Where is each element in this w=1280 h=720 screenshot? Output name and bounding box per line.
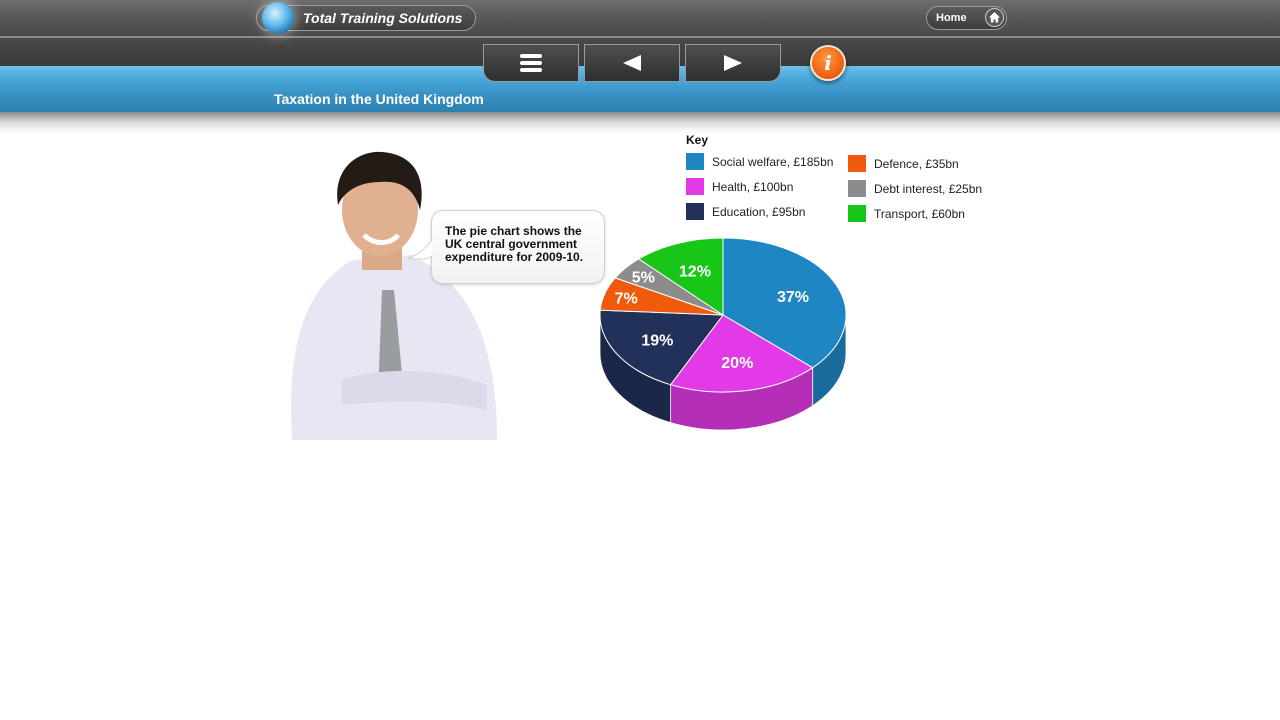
info-button[interactable]: i (810, 45, 846, 81)
legend-label: Health, £100bn (712, 179, 794, 194)
legend-swatch (848, 205, 866, 222)
presenter-illustration (291, 151, 497, 440)
title-bar-shadow (0, 112, 1280, 134)
pie-label-debt-interest: 5% (632, 269, 655, 286)
speech-bubble-text: The pie chart shows the UK central gover… (445, 224, 584, 264)
globe-logo-icon (262, 2, 294, 34)
legend-label: Education, £95bn (712, 204, 806, 219)
home-label: Home (936, 12, 967, 24)
legend-item-health: Health, £100bn (686, 178, 793, 195)
legend-swatch (686, 203, 704, 220)
legend-label: Defence, £35bn (874, 156, 959, 171)
hamburger-icon (520, 51, 542, 75)
legend-item-transport: Transport, £60bn (848, 205, 965, 222)
pie-label-transport: 12% (679, 264, 711, 281)
pie-label-defence: 7% (615, 290, 638, 307)
arrow-left-icon (623, 55, 641, 71)
next-button[interactable] (685, 44, 781, 82)
arrow-right-icon (724, 55, 742, 71)
legend-swatch (686, 178, 704, 195)
previous-button[interactable] (584, 44, 680, 82)
top-bar (0, 0, 1280, 38)
legend-label: Transport, £60bn (874, 206, 965, 221)
speech-bubble-tail (407, 239, 433, 260)
legend-item-education: Education, £95bn (686, 203, 805, 220)
pie-label-health: 20% (721, 355, 753, 372)
speech-bubble: The pie chart shows the UK central gover… (431, 210, 605, 284)
brand-name: Total Training Solutions (303, 10, 463, 26)
legend-item-debt-interest: Debt interest, £25bn (848, 180, 982, 197)
legend-label: Debt interest, £25bn (874, 181, 983, 196)
pie-chart: 37% 20% 19% 7% 5% 12% (599, 237, 847, 431)
page-title: Taxation in the United Kingdom (274, 91, 484, 107)
legend-item-defence: Defence, £35bn (848, 155, 959, 172)
legend-swatch (686, 153, 704, 170)
legend-label: Social welfare, £185bn (712, 154, 834, 169)
menu-button[interactable] (483, 44, 579, 82)
legend-item-social-welfare: Social welfare, £185bn (686, 153, 833, 170)
info-icon: i (824, 51, 832, 75)
home-button[interactable]: Home (926, 6, 1007, 30)
home-icon (985, 8, 1004, 27)
legend-title: Key (686, 133, 709, 147)
legend-swatch (848, 155, 866, 172)
legend-swatch (848, 180, 866, 197)
pie-label-social-welfare: 37% (777, 289, 809, 306)
pie-label-education: 19% (641, 332, 673, 349)
